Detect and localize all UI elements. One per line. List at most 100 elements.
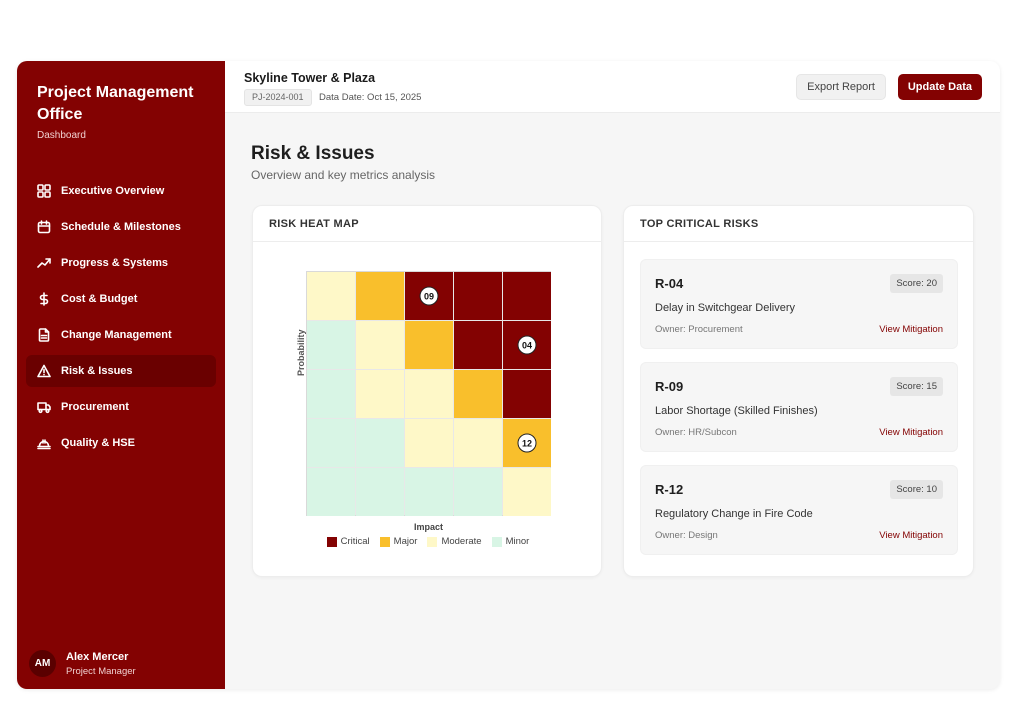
project-title: Skyline Tower & Plaza xyxy=(244,71,376,85)
user-name: Alex Mercer xyxy=(66,650,129,663)
heat-cell-minor xyxy=(307,468,355,516)
user-profile[interactable]: AM Alex Mercer Project Manager xyxy=(29,650,136,677)
page-title: Risk & Issues xyxy=(251,143,375,164)
sidebar-item-procurement[interactable]: Procurement xyxy=(26,391,216,423)
main-content: Skyline Tower & Plaza PJ-2024-001 Data D… xyxy=(225,61,1000,689)
app-window: Project Management Office Dashboard Exec… xyxy=(17,61,1000,689)
heat-cell-minor xyxy=(307,370,355,418)
truck-icon xyxy=(37,400,51,414)
sidebar-item-label: Progress & Systems xyxy=(61,257,168,269)
heat-cell-major: 12 xyxy=(503,419,551,467)
view-mitigation-link[interactable]: View Mitigation xyxy=(879,427,943,438)
heat-cell-moderate xyxy=(356,370,404,418)
risk-score-badge: Score: 10 xyxy=(890,480,943,499)
heat-cell-moderate xyxy=(503,468,551,516)
heat-map-grid: 09 04 12 xyxy=(306,271,551,516)
heat-cell-moderate xyxy=(405,370,453,418)
risk-score-badge: Score: 15 xyxy=(890,377,943,396)
legend-label: Minor xyxy=(505,536,530,547)
trending-up-icon xyxy=(37,256,51,270)
data-date: Data Date: Oct 15, 2025 xyxy=(319,92,422,103)
heat-map-legend: Critical Major Moderate Minor xyxy=(253,536,603,547)
avatar: AM xyxy=(29,650,56,677)
risk-title: Regulatory Change in Fire Code xyxy=(655,508,813,520)
risk-marker[interactable]: 04 xyxy=(517,335,537,355)
risk-heat-map-card: RISK HEAT MAP 09 04 12 Probability Impact … xyxy=(252,205,602,577)
heat-cell-critical: 04 xyxy=(503,321,551,369)
sidebar-item-executive-overview[interactable]: Executive Overview xyxy=(26,175,216,207)
risk-title: Delay in Switchgear Delivery xyxy=(655,302,795,314)
heat-cell-critical xyxy=(503,370,551,418)
card-title: TOP CRITICAL RISKS xyxy=(624,206,973,242)
legend-label: Critical xyxy=(340,536,370,547)
sidebar-item-risk-issues[interactable]: Risk & Issues xyxy=(26,355,216,387)
legend-item: Minor xyxy=(491,536,530,547)
sidebar-item-schedule-milestones[interactable]: Schedule & Milestones xyxy=(26,211,216,243)
risk-owner: Owner: Procurement xyxy=(655,324,743,335)
heat-cell-major xyxy=(454,370,502,418)
legend-swatch xyxy=(427,536,438,547)
x-axis-label: Impact xyxy=(413,522,443,532)
legend-swatch xyxy=(491,536,502,547)
sidebar-item-label: Change Management xyxy=(61,329,172,341)
export-report-button[interactable]: Export Report xyxy=(796,74,886,100)
heat-cell-critical xyxy=(454,321,502,369)
risk-id: R-04 xyxy=(655,276,684,291)
heat-cell-major xyxy=(356,272,404,320)
view-mitigation-link[interactable]: View Mitigation xyxy=(879,530,943,541)
sidebar-item-cost-budget[interactable]: Cost & Budget xyxy=(26,283,216,315)
heat-cell-moderate xyxy=(356,321,404,369)
risk-id: R-09 xyxy=(655,379,684,394)
sidebar-item-change-management[interactable]: Change Management xyxy=(26,319,216,351)
card-title: RISK HEAT MAP xyxy=(253,206,601,242)
heat-cell-minor xyxy=(307,419,355,467)
risk-score-badge: Score: 20 xyxy=(890,274,943,293)
heat-cell-major xyxy=(405,321,453,369)
y-axis-label: Probability xyxy=(296,329,306,376)
heat-cell-minor xyxy=(405,468,453,516)
risk-id: R-12 xyxy=(655,482,684,497)
dollar-icon xyxy=(37,292,51,306)
grid-icon xyxy=(37,184,51,198)
legend-item: Critical xyxy=(326,536,370,547)
risk-item[interactable]: R-09 Score: 15 Labor Shortage (Skilled F… xyxy=(640,362,958,452)
sidebar-nav: Executive Overview Schedule & Milestones… xyxy=(26,175,216,463)
legend-label: Major xyxy=(393,536,418,547)
risk-item[interactable]: R-12 Score: 10 Regulatory Change in Fire… xyxy=(640,465,958,555)
sidebar-item-progress-systems[interactable]: Progress & Systems xyxy=(26,247,216,279)
risk-marker[interactable]: 09 xyxy=(419,286,439,306)
sidebar: Project Management Office Dashboard Exec… xyxy=(17,61,225,689)
heat-cell-minor xyxy=(307,321,355,369)
hard-hat-icon xyxy=(37,436,51,450)
page-subtitle: Overview and key metrics analysis xyxy=(251,168,436,182)
heat-cell-minor xyxy=(356,468,404,516)
sidebar-item-label: Cost & Budget xyxy=(61,293,138,305)
sidebar-item-quality-hse[interactable]: Quality & HSE xyxy=(26,427,216,459)
heat-cell-critical xyxy=(503,272,551,320)
update-data-button[interactable]: Update Data xyxy=(897,74,982,100)
project-id-badge: PJ-2024-001 xyxy=(244,89,312,106)
risk-marker[interactable]: 12 xyxy=(517,433,537,453)
heat-cell-moderate xyxy=(454,419,502,467)
brand-subtitle: Dashboard xyxy=(37,130,86,141)
top-bar: Skyline Tower & Plaza PJ-2024-001 Data D… xyxy=(225,61,1000,113)
sidebar-item-label: Executive Overview xyxy=(61,185,165,197)
legend-swatch xyxy=(326,536,337,547)
legend-label: Moderate xyxy=(441,536,482,547)
view-mitigation-link[interactable]: View Mitigation xyxy=(879,324,943,335)
user-role: Project Manager xyxy=(66,665,136,677)
legend-swatch xyxy=(379,536,390,547)
sidebar-item-label: Quality & HSE xyxy=(61,437,135,449)
risk-item[interactable]: R-04 Score: 20 Delay in Switchgear Deliv… xyxy=(640,259,958,349)
legend-item: Moderate xyxy=(427,536,482,547)
risk-owner: Owner: Design xyxy=(655,530,718,541)
sidebar-item-label: Risk & Issues xyxy=(61,365,133,377)
heat-cell-moderate xyxy=(405,419,453,467)
sidebar-item-label: Schedule & Milestones xyxy=(61,221,181,233)
document-icon xyxy=(37,328,51,342)
heat-cell-moderate xyxy=(307,272,355,320)
risk-title: Labor Shortage (Skilled Finishes) xyxy=(655,405,818,417)
risk-owner: Owner: HR/Subcon xyxy=(655,427,737,438)
warning-icon xyxy=(37,364,51,378)
user-info: Alex Mercer Project Manager xyxy=(66,651,136,677)
